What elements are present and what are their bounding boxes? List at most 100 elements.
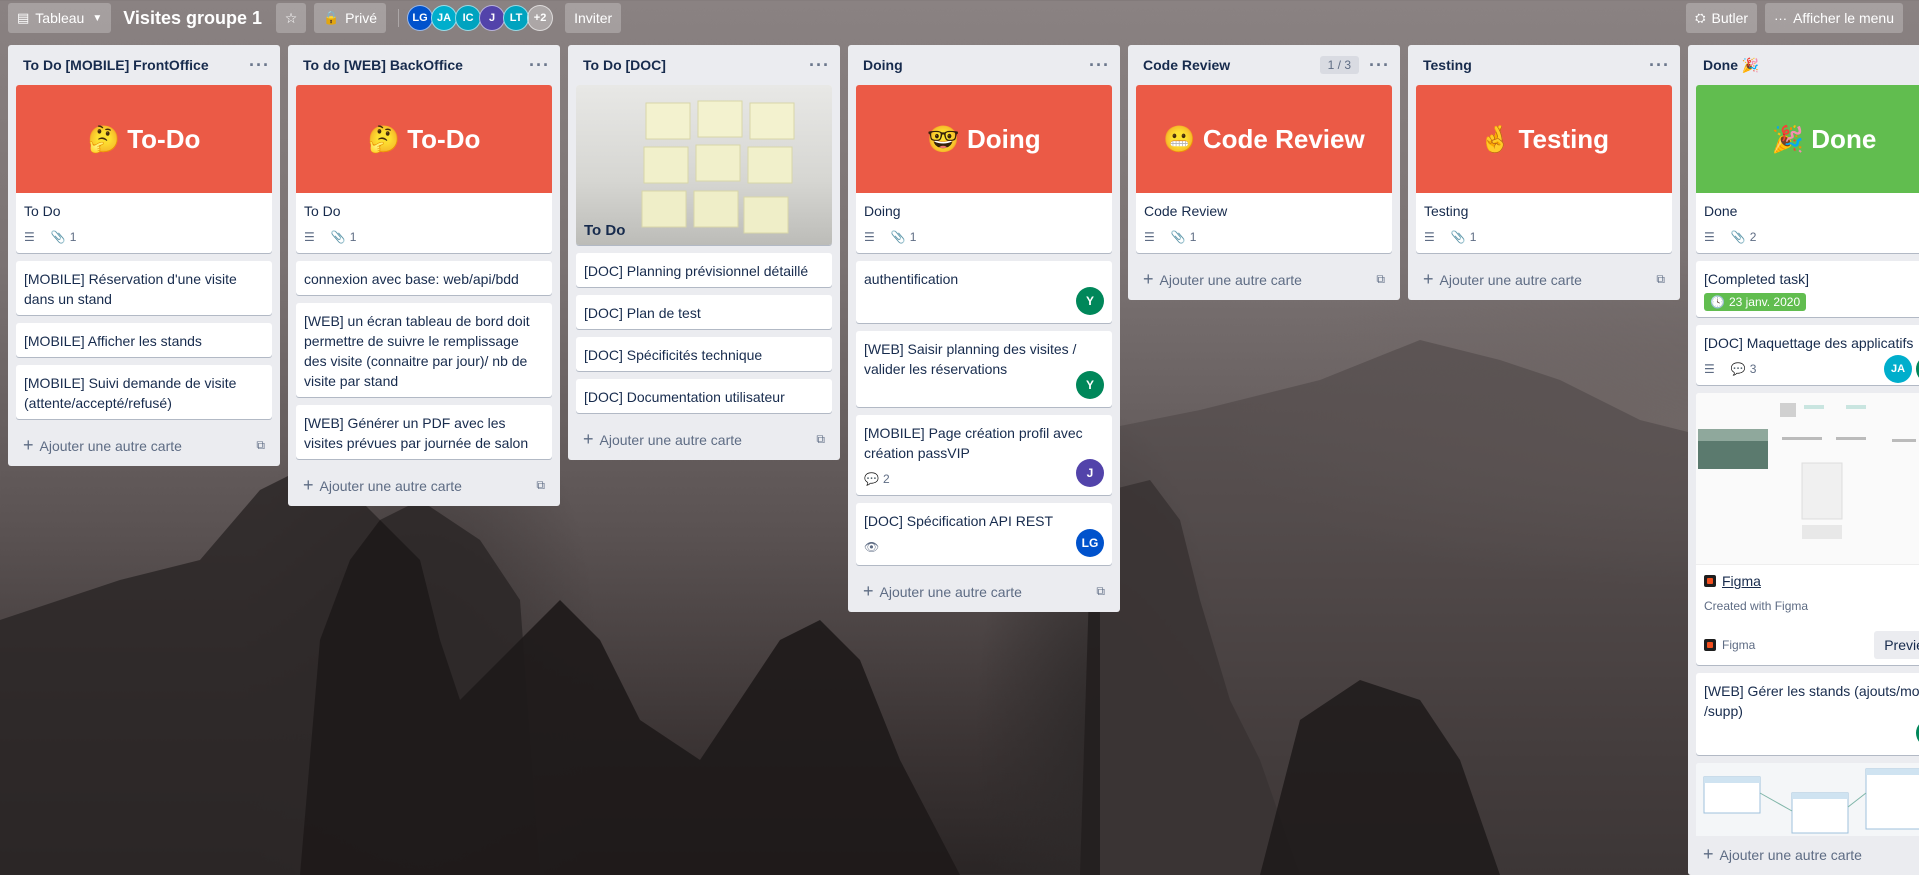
list-card[interactable]: authentification Y <box>856 261 1112 323</box>
due-date-badge[interactable]: 🕓 23 janv. 2020 <box>1704 293 1807 311</box>
add-card-button[interactable]: + Ajouter une autre carte ⧉ <box>1128 261 1400 300</box>
template-icon[interactable]: ⧉ <box>256 438 265 453</box>
list-card[interactable]: [DOC] Spécification API REST 👁 LG <box>856 503 1112 565</box>
list-card[interactable]: [MOBILE] Page création profil avec créat… <box>856 415 1112 495</box>
paperclip-icon: 📎 <box>330 230 346 244</box>
list-card[interactable]: [WEB] Gérer les stands (ajouts/modif /su… <box>1696 673 1919 755</box>
template-icon[interactable]: ⧉ <box>1096 584 1105 599</box>
member-avatar[interactable]: JA <box>1884 355 1912 383</box>
add-card-button[interactable]: + Ajouter une autre carte ⧉ <box>1408 261 1680 300</box>
card-title: [MOBILE] Suivi demande de visite (attent… <box>24 375 237 411</box>
show-menu-button[interactable]: ··· Afficher le menu <box>1765 3 1903 33</box>
add-card-button[interactable]: + Ajouter une autre carte ⧉ <box>8 427 280 466</box>
plus-icon: + <box>1423 269 1434 289</box>
member-avatar[interactable]: LT <box>503 5 530 31</box>
list-header[interactable]: Code Review 1 / 3 ··· <box>1128 45 1400 85</box>
add-card-button[interactable]: + Ajouter une autre carte ⧉ <box>288 467 560 506</box>
list-card[interactable]: [WEB] Générer un PDF avec les visites pr… <box>296 405 552 459</box>
list-card[interactable]: [MOBILE] Réservation d'une visite dans u… <box>16 261 272 315</box>
list-card[interactable]: [DOC] Spécificités technique <box>576 337 832 371</box>
list-card[interactable]: [Completed task] 🕓 23 janv. 2020 <box>1696 261 1919 317</box>
attachment-badge: 📎 1 <box>890 230 917 244</box>
show-menu-label: Afficher le menu <box>1793 10 1894 26</box>
add-card-button[interactable]: + Ajouter une autre carte ⧉ <box>848 573 1120 612</box>
list-card[interactable]: [DOC] Documentation utilisateur <box>576 379 832 413</box>
plus-icon: + <box>23 435 34 455</box>
card-cover: 🤓 Doing <box>856 85 1112 193</box>
description-icon: ☰ <box>304 230 315 244</box>
list-card[interactable]: connexion avec base: web/api/bdd <box>296 261 552 295</box>
list-header[interactable]: To Do [DOC] ··· <box>568 45 840 85</box>
card-title: Testing <box>1424 203 1469 219</box>
list-title[interactable]: Code Review <box>1143 57 1320 73</box>
cover-card[interactable]: To Do <box>576 85 832 245</box>
cover-card[interactable]: 🎉 Done Done ☰ 📎 2 <box>1696 85 1919 253</box>
figma-attachment-card[interactable]: Figma Created with Figma Figma Preview <box>1696 393 1919 665</box>
attachment-badge: 📎 2 <box>1730 230 1757 244</box>
list-header[interactable]: To Do [MOBILE] FrontOffice ··· <box>8 45 280 85</box>
cover-card[interactable]: 😬 Code Review Code Review ☰ 📎 1 <box>1136 85 1392 253</box>
list-card[interactable]: [WEB] un écran tableau de bord doit perm… <box>296 303 552 397</box>
list-menu-icon[interactable]: ··· <box>1089 55 1110 76</box>
list-title[interactable]: Testing <box>1423 57 1649 73</box>
member-avatar[interactable]: LG <box>407 5 434 31</box>
cover-card[interactable]: 🤓 Doing Doing ☰ 📎 1 <box>856 85 1112 253</box>
list-card[interactable]: [WEB] Saisir planning des visites / vali… <box>856 331 1112 407</box>
member-avatar[interactable]: IC <box>455 5 482 31</box>
member-avatar[interactable]: J <box>479 5 506 31</box>
cover-card[interactable]: 🤔 To-Do To Do ☰ 📎 1 <box>16 85 272 253</box>
list-title[interactable]: To do [WEB] BackOffice <box>303 57 529 73</box>
member-avatar[interactable]: J <box>1076 459 1104 487</box>
board-view-button[interactable]: ▤ Tableau ▼ <box>8 3 112 33</box>
list-header[interactable]: Doing ··· <box>848 45 1120 85</box>
butler-icon: ⛭ <box>1695 10 1706 25</box>
list-menu-icon[interactable]: ··· <box>529 55 550 76</box>
add-card-button[interactable]: + Ajouter une autre carte <box>1688 836 1919 875</box>
list-title[interactable]: To Do [DOC] <box>583 57 809 73</box>
list-menu-icon[interactable]: ··· <box>1369 55 1390 76</box>
schema-attachment-card[interactable] <box>1696 763 1919 839</box>
add-card-button[interactable]: + Ajouter une autre carte ⧉ <box>568 421 840 460</box>
description-icon: ☰ <box>1704 362 1715 376</box>
list-title[interactable]: Done 🎉 <box>1703 57 1919 74</box>
figma-link[interactable]: Figma <box>1704 573 1919 589</box>
board-title[interactable]: Visites groupe 1 <box>123 8 262 29</box>
template-icon[interactable]: ⧉ <box>816 432 825 447</box>
cover-card[interactable]: 🤔 To-Do To Do ☰ 📎 1 <box>296 85 552 253</box>
list-card[interactable]: [DOC] Plan de test <box>576 295 832 329</box>
list-header[interactable]: Done 🎉 <box>1688 45 1919 85</box>
list-header[interactable]: To do [WEB] BackOffice ··· <box>288 45 560 85</box>
list-menu-icon[interactable]: ··· <box>249 55 270 76</box>
template-icon[interactable]: ⧉ <box>1656 272 1665 287</box>
card-title: [WEB] Générer un PDF avec les visites pr… <box>304 415 529 451</box>
list-card[interactable]: [DOC] Planning prévisionnel détaillé <box>576 253 832 287</box>
comment-icon: 💬 <box>864 472 879 486</box>
list-menu-icon[interactable]: ··· <box>1649 55 1670 76</box>
list-card[interactable]: [DOC] Maquettage des applicatifs ☰ 💬 3 JA… <box>1696 325 1919 385</box>
member-avatar[interactable]: JA <box>431 5 458 31</box>
template-icon[interactable]: ⧉ <box>1376 272 1385 287</box>
list-card[interactable]: [MOBILE] Suivi demande de visite (attent… <box>16 365 272 419</box>
card-title: To Do <box>584 222 626 239</box>
more-members-badge[interactable]: +2 <box>527 5 554 31</box>
list-title[interactable]: Doing <box>863 57 1089 73</box>
member-avatar[interactable]: LG <box>1076 529 1104 557</box>
figma-source: Figma <box>1722 638 1756 652</box>
member-avatar[interactable]: Y <box>1076 287 1104 315</box>
list-menu-icon[interactable]: ··· <box>809 55 830 76</box>
figma-icon <box>1704 575 1716 587</box>
add-card-label: Ajouter une autre carte <box>319 477 462 494</box>
paperclip-icon: 📎 <box>1450 230 1466 244</box>
cover-card[interactable]: 🤞 Testing Testing ☰ 📎 1 <box>1416 85 1672 253</box>
star-button[interactable]: ☆ <box>275 3 306 33</box>
visibility-button[interactable]: 🔒 Privé <box>313 3 387 33</box>
invite-button[interactable]: Inviter <box>565 3 622 33</box>
template-icon[interactable]: ⧉ <box>536 478 545 493</box>
list-header[interactable]: Testing ··· <box>1408 45 1680 85</box>
preview-button[interactable]: Preview <box>1874 631 1919 659</box>
list-title[interactable]: To Do [MOBILE] FrontOffice <box>23 57 249 73</box>
list-card[interactable]: [MOBILE] Afficher les stands <box>16 323 272 357</box>
member-avatar[interactable]: Y <box>1076 371 1104 399</box>
more-icon: ··· <box>1774 10 1788 26</box>
butler-button[interactable]: ⛭ Butler <box>1686 3 1758 33</box>
